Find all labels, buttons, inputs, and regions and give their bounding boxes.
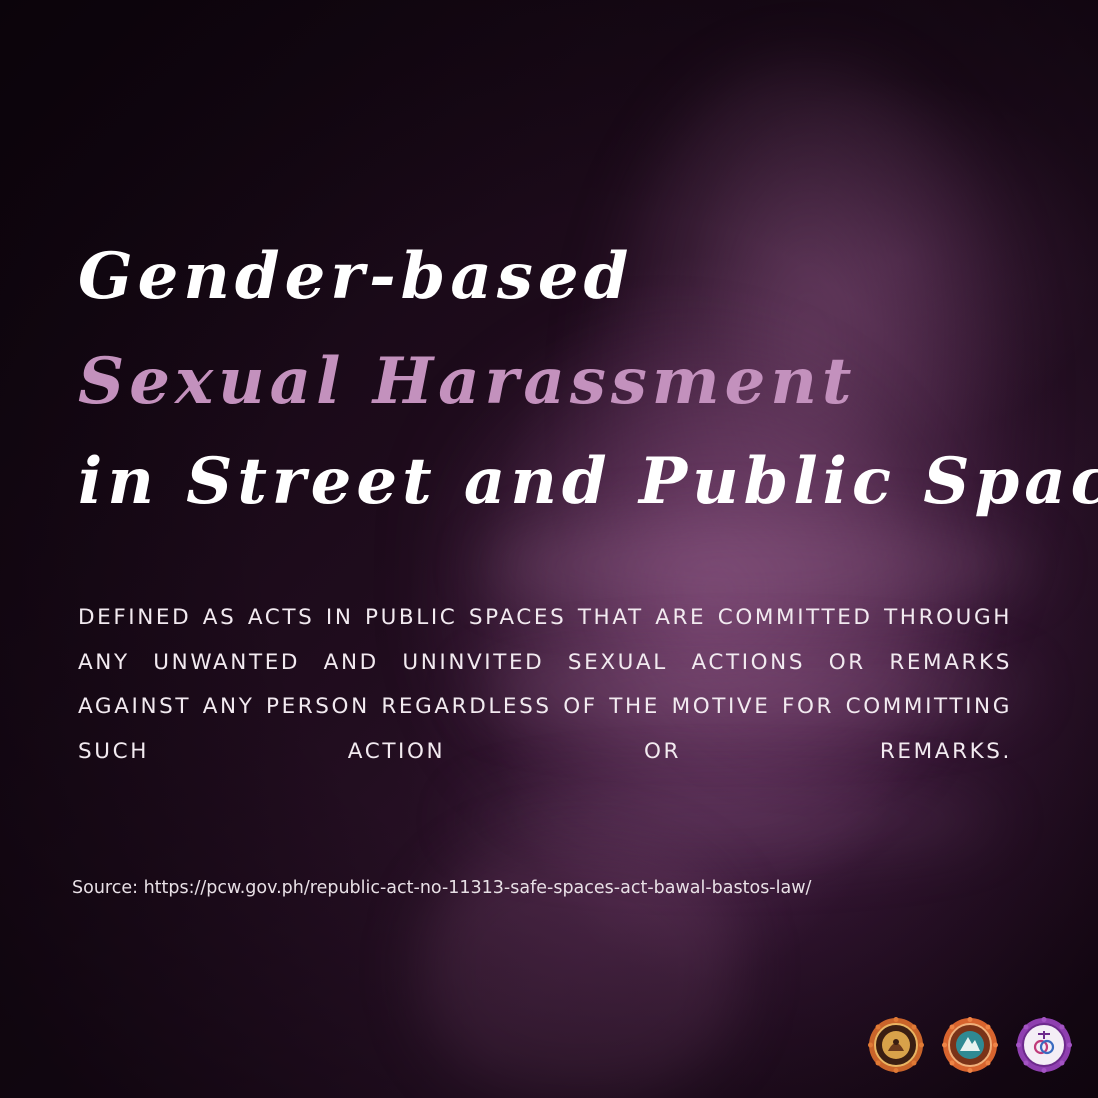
background-finger-highlight — [460, 780, 1000, 860]
title-line-3: in Street and Public Spaces — [78, 444, 1098, 519]
title-line-1: Gender-based — [78, 239, 634, 314]
university-seal-icon — [868, 1017, 924, 1073]
source-citation: Source: https://pcw.gov.ph/republic-act-… — [72, 878, 812, 898]
poster: Gender-based Sexual Harassment in Street… — [0, 0, 1098, 1098]
college-seal-icon — [942, 1017, 998, 1073]
definition-text: DEFINED AS ACTS IN PUBLIC SPACES THAT AR… — [78, 605, 1012, 764]
logo-row — [868, 1017, 1072, 1073]
title-line-2-highlight: Sexual Harassment — [78, 344, 857, 419]
gender-and-development-seal-icon — [1016, 1017, 1072, 1073]
vignette-overlay — [0, 0, 1098, 1098]
